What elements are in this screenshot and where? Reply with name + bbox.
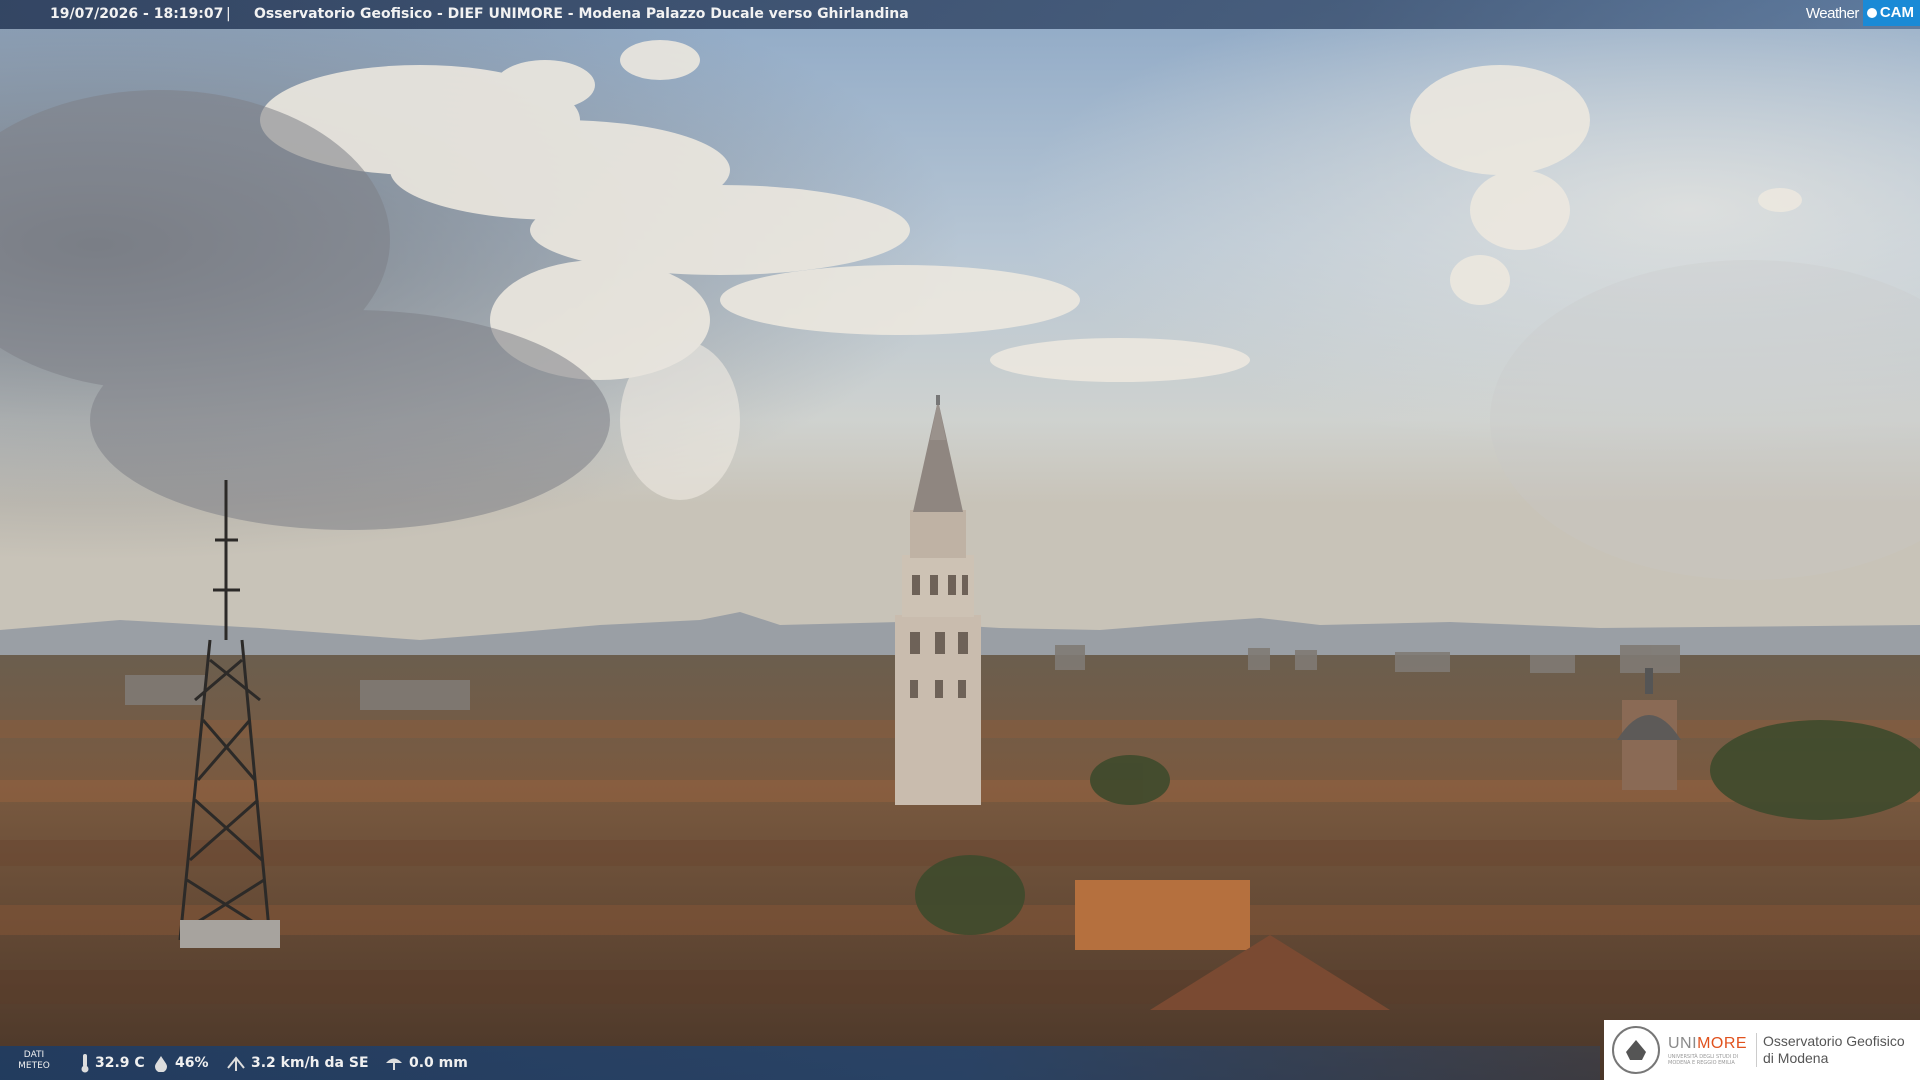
wind-value: 3.2 km/h da SE bbox=[251, 1055, 369, 1071]
camera-lens-icon bbox=[1866, 8, 1877, 18]
weathercam-logo: Weather CAM bbox=[1806, 0, 1920, 26]
humidity-drop-icon bbox=[155, 1056, 167, 1072]
weathercam-logo-weather: Weather bbox=[1805, 4, 1859, 22]
humidity-value: 46% bbox=[175, 1055, 209, 1071]
rain-readout: 0.0 mm bbox=[384, 1046, 468, 1080]
observatory-name: Osservatorio Geofisico di Modena bbox=[1763, 1033, 1905, 1067]
unimore-logo: UNIMORE UNIVERSITÀ DEGLI STUDI DI MODENA… bbox=[1604, 1020, 1920, 1080]
weathercam-logo-cam-text: CAM bbox=[1879, 4, 1914, 21]
rain-value: 0.0 mm bbox=[409, 1055, 468, 1071]
timestamp: 19/07/2026 - 18:19:07 bbox=[50, 6, 224, 22]
weather-data-label-line1: DATI bbox=[23, 1050, 45, 1060]
observatory-name-line2: di Modena bbox=[1763, 1050, 1829, 1066]
weathercam-logo-cam: CAM bbox=[1862, 0, 1920, 26]
unimore-name-prefix: UNI bbox=[1668, 1034, 1698, 1052]
wind-readout: 3.2 km/h da SE bbox=[226, 1046, 369, 1080]
humidity-readout: 46% bbox=[152, 1046, 209, 1080]
weather-data-label-line2: METEO bbox=[18, 1061, 50, 1071]
unimore-wordmark: UNIMORE UNIVERSITÀ DEGLI STUDI DI MODENA… bbox=[1668, 1035, 1750, 1066]
unimore-subtitle: UNIVERSITÀ DEGLI STUDI DI MODENA E REGGI… bbox=[1668, 1053, 1739, 1066]
webcam-image bbox=[0, 0, 1920, 1080]
camera-title: Osservatorio Geofisico - DIEF UNIMORE - … bbox=[254, 6, 909, 22]
rain-icon bbox=[386, 1058, 402, 1070]
caption-bar: 19/07/2026 - 18:19:07 | Osservatorio Geo… bbox=[0, 0, 1920, 29]
temperature-value: 32.9 C bbox=[95, 1055, 145, 1071]
weather-data-bar: DATI METEO 32.9 C 46% 3.2 km/h da SE 0.0… bbox=[0, 1046, 1600, 1080]
observatory-name-line1: Osservatorio Geofisico bbox=[1763, 1033, 1905, 1049]
wind-icon bbox=[227, 1056, 245, 1071]
temperature-readout: 32.9 C bbox=[80, 1046, 145, 1080]
unimore-name-suffix: MORE bbox=[1697, 1034, 1748, 1052]
unimore-name: UNIMORE bbox=[1668, 1035, 1750, 1053]
logo-divider bbox=[1756, 1033, 1757, 1067]
university-seal-icon bbox=[1612, 1026, 1660, 1074]
caption-separator: | bbox=[226, 6, 231, 22]
weather-data-label: DATI METEO bbox=[12, 1050, 56, 1072]
thermometer-icon bbox=[81, 1054, 89, 1073]
